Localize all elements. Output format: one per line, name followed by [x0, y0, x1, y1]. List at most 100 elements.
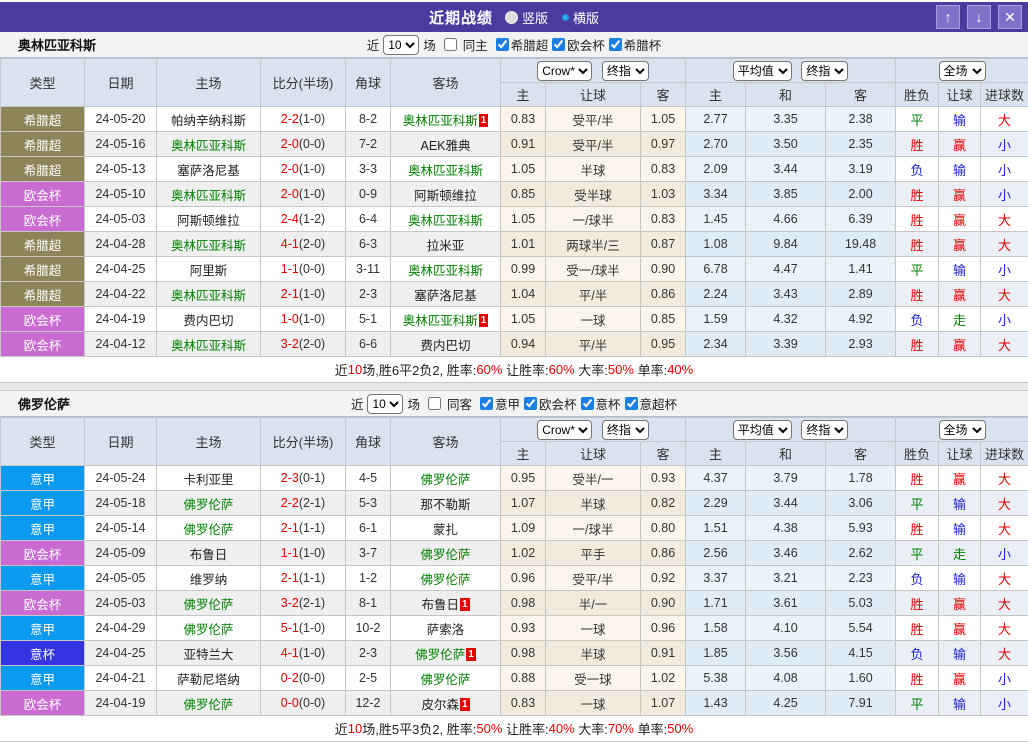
league-type-badge: 希腊超 [1, 132, 85, 157]
col-ah-home: 主 [501, 83, 546, 107]
away-team: 佛罗伦萨 [391, 566, 501, 591]
result-goals: 大 [981, 232, 1028, 257]
match-row: 意甲24-05-24卡利亚里2-3(0-1)4-5佛罗伦萨0.95受半/一0.9… [1, 466, 1028, 491]
recent-count-select[interactable]: 10 [383, 35, 419, 55]
result-handicap: 赢 [939, 207, 981, 232]
team-name: 奥林匹亚科斯 [18, 35, 96, 54]
result-goals: 小 [981, 182, 1028, 207]
result-goals: 大 [981, 107, 1028, 132]
ah-home-odds: 0.98 [501, 591, 546, 616]
result-goals: 大 [981, 641, 1028, 666]
eu-draw-odds: 3.50 [746, 132, 826, 157]
away-team-name: 佛罗伦萨 [415, 648, 465, 662]
ah-away-odds: 0.93 [641, 466, 686, 491]
match-row: 欧会杯24-05-09布鲁日1-1(1-0)3-7佛罗伦萨1.02平手0.862… [1, 541, 1028, 566]
eu-away-odds: 2.00 [826, 182, 896, 207]
league-filter-意杯[interactable]: 意杯 [577, 394, 621, 413]
league-filter-希腊杯[interactable]: 希腊杯 [605, 35, 662, 54]
league-filter-意超杯[interactable]: 意超杯 [621, 394, 678, 413]
away-team: 费内巴切 [391, 332, 501, 357]
match-date: 24-05-18 [85, 491, 157, 516]
ah-line: 受一球 [546, 666, 641, 691]
red-card-badge: 1 [479, 114, 489, 127]
ah-source-select[interactable]: Crow* [537, 61, 592, 81]
away-team: 蒙扎 [391, 516, 501, 541]
home-team: 佛罗伦萨 [157, 516, 261, 541]
match-date: 24-05-16 [85, 132, 157, 157]
eu-home-odds: 2.24 [686, 282, 746, 307]
away-team: 佛罗伦萨 [391, 541, 501, 566]
result-handicap: 赢 [939, 666, 981, 691]
halftime-score: (1-0) [299, 646, 325, 660]
ah-away-odds: 1.02 [641, 666, 686, 691]
result-handicap: 赢 [939, 332, 981, 357]
radio-unselected-icon [505, 11, 518, 24]
away-team-name: 费内巴切 [420, 339, 470, 353]
eu-time-select[interactable]: 终指 [801, 420, 848, 440]
league-checkbox[interactable] [480, 397, 493, 410]
eu-away-odds: 4.15 [826, 641, 896, 666]
ah-away-odds: 0.82 [641, 491, 686, 516]
away-team-name: 布鲁日 [421, 598, 459, 612]
ah-away-odds: 0.80 [641, 516, 686, 541]
same-venue-checkbox[interactable] [428, 397, 441, 410]
home-team-name: 佛罗伦萨 [183, 623, 233, 637]
result-handicap: 输 [939, 691, 981, 716]
eu-source-select[interactable]: 平均值 [733, 420, 792, 440]
ah-away-odds: 1.03 [641, 182, 686, 207]
match-row: 欧会杯24-05-03阿斯顿维拉2-4(1-2)6-4奥林匹亚科斯1.05一/球… [1, 207, 1028, 232]
eu-home-odds: 2.09 [686, 157, 746, 182]
league-type-badge: 欧会杯 [1, 691, 85, 716]
layout-option-vertical[interactable]: 竖版 [505, 8, 548, 27]
summary-segment: 70% [608, 721, 634, 736]
league-filter-希腊超[interactable]: 希腊超 [492, 35, 549, 54]
halftime-score: (1-0) [299, 312, 325, 326]
eu-group-header: 平均值 终指 [686, 59, 896, 83]
eu-home-odds: 2.56 [686, 541, 746, 566]
ah-time-select[interactable]: 终指 [602, 420, 649, 440]
result-goals: 大 [981, 516, 1028, 541]
ah-time-select[interactable]: 终指 [602, 61, 649, 81]
league-filter-欧会杯[interactable]: 欧会杯 [520, 394, 577, 413]
eu-source-select[interactable]: 平均值 [733, 61, 792, 81]
layout-option-horizontal[interactable]: 横版 [562, 8, 599, 27]
league-checkbox[interactable] [496, 38, 509, 51]
eu-draw-odds: 3.39 [746, 332, 826, 357]
league-type-badge: 欧会杯 [1, 591, 85, 616]
league-filter-欧会杯[interactable]: 欧会杯 [548, 35, 605, 54]
ah-away-odds: 0.86 [641, 541, 686, 566]
close-button[interactable]: ✕ [998, 5, 1022, 29]
league-checkbox[interactable] [609, 38, 622, 51]
away-team-name: 奥林匹亚科斯 [403, 314, 478, 328]
result-scope-select[interactable]: 全场 [939, 61, 986, 81]
home-team: 奥林匹亚科斯 [157, 232, 261, 257]
result-goals: 大 [981, 282, 1028, 307]
result-goals: 大 [981, 491, 1028, 516]
league-checkbox[interactable] [552, 38, 565, 51]
league-filter-意甲[interactable]: 意甲 [476, 394, 520, 413]
away-team-name: 奥林匹亚科斯 [403, 114, 478, 128]
recent-count-select[interactable]: 10 [367, 394, 403, 414]
scroll-up-button[interactable]: ↑ [936, 5, 960, 29]
scroll-down-button[interactable]: ↓ [967, 5, 991, 29]
result-goals: 小 [981, 691, 1028, 716]
col-res-goals: 进球数 [981, 442, 1028, 466]
league-filter-label: 希腊超 [511, 35, 549, 54]
fulltime-score: 2-4 [281, 212, 299, 226]
result-scope-select[interactable]: 全场 [939, 420, 986, 440]
home-team-name: 萨勒尼塔纳 [177, 673, 240, 687]
score-cell: 1-1(0-0) [261, 257, 346, 282]
same-venue-checkbox[interactable] [444, 38, 457, 51]
col-eu-away: 客 [826, 442, 896, 466]
home-team-name: 奥林匹亚科斯 [171, 239, 246, 253]
match-date: 24-04-19 [85, 307, 157, 332]
eu-home-odds: 2.29 [686, 491, 746, 516]
result-wdl: 负 [896, 307, 939, 332]
ah-source-select[interactable]: Crow* [537, 420, 592, 440]
league-checkbox[interactable] [581, 397, 594, 410]
league-checkbox[interactable] [524, 397, 537, 410]
col-away: 客场 [391, 59, 501, 107]
match-date: 24-05-03 [85, 591, 157, 616]
eu-time-select[interactable]: 终指 [801, 61, 848, 81]
league-checkbox[interactable] [625, 397, 638, 410]
